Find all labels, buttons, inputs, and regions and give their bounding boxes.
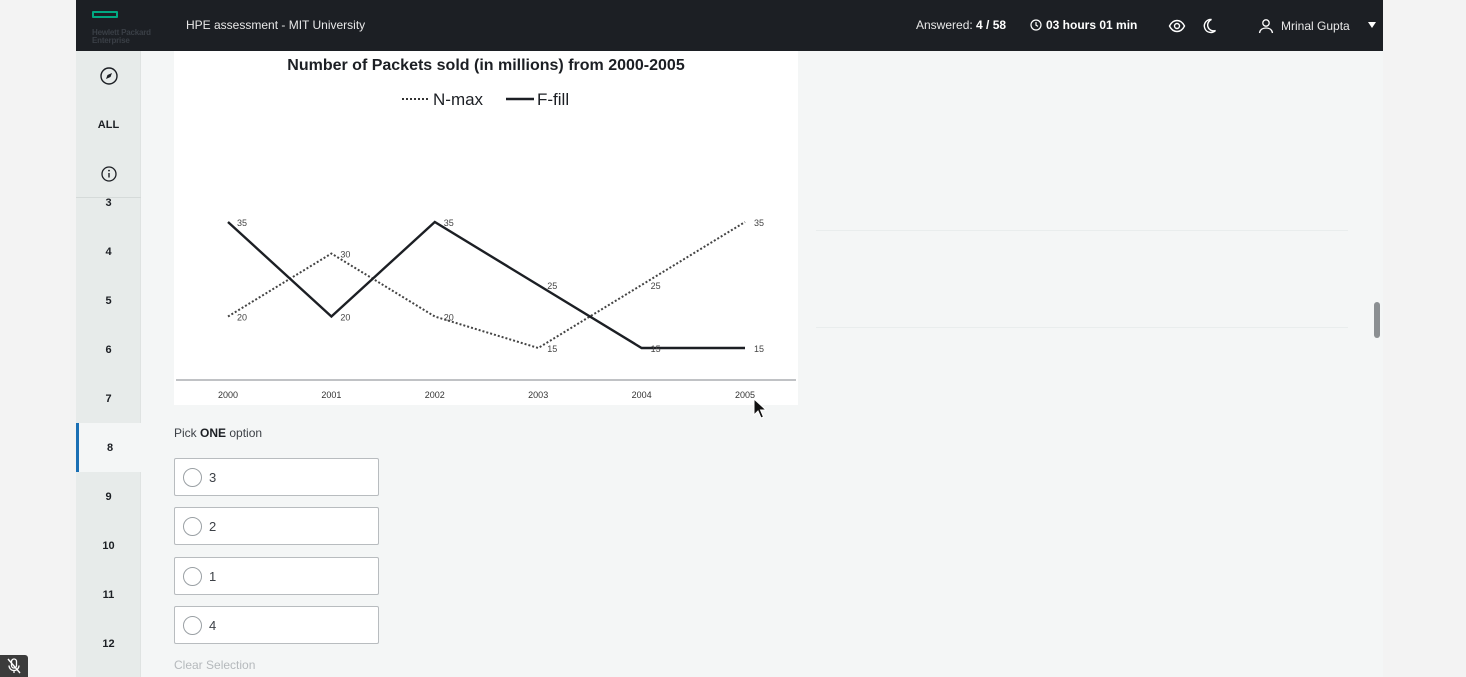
question-sidebar: ALL 3 4 5 6 7 8 9 10 11 12	[76, 51, 141, 677]
option-1[interactable]: 2	[174, 507, 379, 545]
sidebar-item-9[interactable]: 9	[76, 472, 141, 521]
timer-value: 03 hours 01 min	[1046, 18, 1138, 32]
assessment-title: HPE assessment - MIT University	[186, 18, 366, 32]
sidebar-item-11[interactable]: 11	[76, 570, 141, 619]
answered-label: Answered:	[916, 18, 973, 32]
series-line-f-fill	[227, 220, 745, 350]
radio-button[interactable]	[183, 467, 202, 487]
series-line-n-max	[227, 221, 746, 350]
data-label: 20	[340, 313, 350, 323]
data-label: 15	[651, 344, 661, 354]
sidebar-item-all[interactable]: ALL	[76, 100, 141, 149]
hpe-logo-icon: Hewlett Packard Enterprise	[90, 9, 170, 45]
divider	[816, 230, 1348, 231]
data-label: 35	[444, 218, 454, 228]
top-bar: Hewlett Packard Enterprise HPE assessmen…	[76, 0, 1383, 51]
data-label: 20	[237, 313, 247, 323]
clear-selection-link[interactable]: Clear Selection	[174, 658, 255, 672]
option-label: 4	[209, 617, 217, 633]
radio-button[interactable]	[183, 516, 202, 536]
sidebar-item-4[interactable]: 4	[76, 227, 141, 276]
legend-label-n-max: N-max	[433, 90, 484, 109]
line-chart: Number of Packets sold (in millions) fro…	[176, 57, 796, 400]
data-label: 35	[754, 218, 764, 228]
sidebar-item-6[interactable]: 6	[76, 325, 141, 374]
data-label: 20	[444, 313, 454, 323]
x-tick-label: 2004	[632, 390, 652, 400]
pick-instruction: Pick ONE option	[174, 426, 263, 440]
divider	[816, 327, 1348, 328]
mouse-cursor-icon	[753, 398, 767, 419]
user-name: Mrinal Gupta	[1281, 19, 1350, 33]
app-frame: Hewlett Packard Enterprise HPE assessmen…	[76, 0, 1383, 677]
x-tick-label: 2002	[425, 390, 445, 400]
chart-title: Number of Packets sold (in millions) fro…	[287, 57, 685, 74]
data-label: 15	[754, 344, 764, 354]
data-label: 25	[651, 281, 661, 291]
data-label: 15	[547, 344, 557, 354]
sidebar-item-10[interactable]: 10	[76, 521, 141, 570]
compass-button[interactable]	[76, 51, 141, 100]
eye-icon[interactable]	[1168, 17, 1186, 35]
chart-legend: N-max F-fill	[402, 90, 569, 109]
data-label: 30	[340, 250, 350, 260]
legend-label-f-fill: F-fill	[537, 90, 569, 109]
compass-icon	[99, 66, 118, 85]
user-menu[interactable]: Mrinal Gupta	[1258, 18, 1350, 34]
radio-button[interactable]	[183, 615, 202, 635]
radio-button[interactable]	[183, 566, 202, 586]
x-tick-label: 2003	[528, 390, 548, 400]
sidebar-item-7[interactable]: 7	[76, 374, 141, 423]
clock-icon	[1030, 19, 1042, 31]
scrollbar-thumb[interactable]	[1374, 302, 1380, 338]
answered-value: 4 / 58	[976, 18, 1007, 32]
sidebar-item-8[interactable]: 8	[76, 423, 141, 472]
moon-icon[interactable]	[1200, 17, 1218, 35]
timer: 03 hours 01 min	[1030, 18, 1137, 32]
option-label: 3	[209, 469, 217, 485]
caret-down-icon[interactable]	[1368, 22, 1376, 28]
x-tick-label: 2000	[218, 390, 238, 400]
sidebar-item-12[interactable]: 12	[76, 619, 141, 668]
x-tick-label: 2001	[321, 390, 341, 400]
option-label: 1	[209, 568, 217, 584]
option-2[interactable]: 1	[174, 557, 379, 595]
user-icon	[1258, 19, 1274, 34]
option-0[interactable]: 3	[174, 458, 379, 496]
data-label: 25	[547, 281, 557, 291]
x-tick-label: 2005	[735, 390, 755, 400]
data-label: 35	[237, 218, 247, 228]
chart-card: Number of Packets sold (in millions) fro…	[174, 51, 798, 405]
answered-count: Answered: 4 / 58	[916, 18, 1006, 32]
option-3[interactable]: 4	[174, 606, 379, 644]
mic-muted-icon[interactable]	[0, 655, 28, 677]
option-label: 2	[209, 518, 217, 534]
sidebar-item-3[interactable]: 3	[76, 179, 141, 225]
sidebar-item-5[interactable]: 5	[76, 276, 141, 325]
